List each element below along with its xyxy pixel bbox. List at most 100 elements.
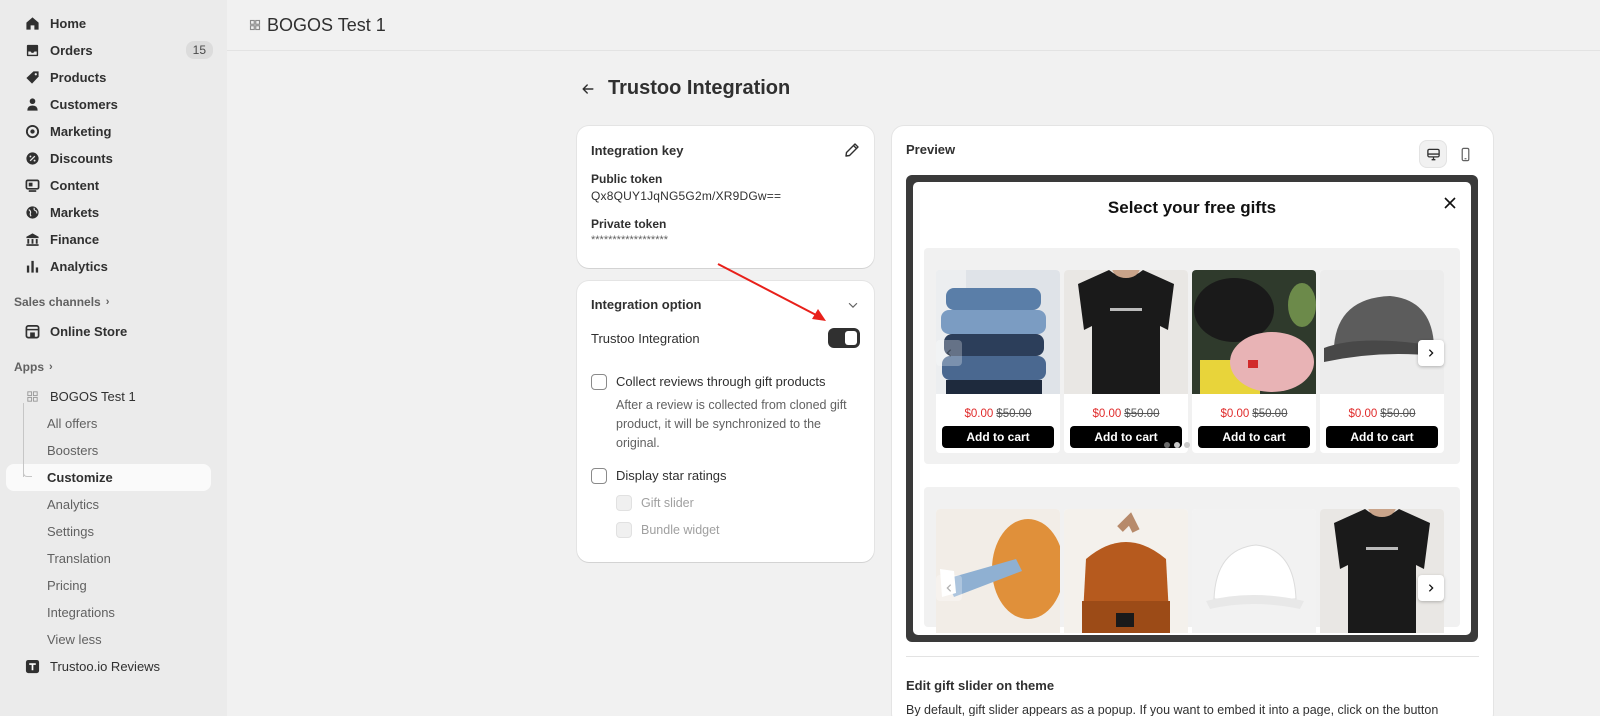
bundle-widget-checkbox[interactable] [616, 522, 632, 538]
globe-icon [24, 205, 40, 221]
sidebar-item-orders[interactable]: Orders 15 [6, 37, 219, 64]
desktop-icon [1426, 148, 1440, 160]
sidebar-item-analytics[interactable]: Analytics [6, 253, 219, 280]
app-title: BOGOS Test 1 [267, 14, 386, 35]
product-card [1064, 509, 1188, 635]
product-image-tshirt [1064, 270, 1188, 394]
tree-elbow [23, 466, 32, 477]
integration-key-card: Integration key Public token Qx8QUY1JqNG… [577, 126, 874, 268]
topbar: BOGOS Test 1 [227, 0, 1600, 51]
sidebar-item-trustoo-app[interactable]: Trustoo.io Reviews [6, 653, 219, 680]
pagination-dot[interactable] [1184, 442, 1190, 448]
sidebar-item-marketing[interactable]: Marketing [6, 118, 219, 145]
slider-next-button[interactable] [1418, 575, 1444, 601]
gift-slider-row-1: $0.00 $50.00 Add to cart $0.00 $50.00 Add … [924, 248, 1460, 464]
discount-icon [24, 151, 40, 167]
original-price: $50.00 [1380, 408, 1416, 420]
bundle-widget-label: Bundle widget [641, 523, 720, 537]
sidebar-sub-integrations[interactable]: Integrations [6, 599, 211, 626]
close-icon[interactable] [1443, 196, 1457, 210]
integration-option-card: Integration option Trustoo Integration C… [577, 281, 874, 562]
toggle-knob [845, 331, 857, 345]
sidebar-item-home[interactable]: Home [6, 10, 219, 37]
gift-slider-label: Gift slider [641, 496, 694, 510]
slider-prev-button[interactable] [936, 340, 962, 366]
sidebar-item-online-store[interactable]: Online Store [6, 318, 219, 345]
person-icon [24, 97, 40, 113]
sidebar-item-discounts[interactable]: Discounts [6, 145, 219, 172]
sidebar-item-label: Trustoo.io Reviews [50, 659, 161, 674]
sidebar-item-products[interactable]: Products [6, 64, 219, 91]
orders-count-badge: 15 [185, 41, 213, 59]
preview-device-toggle [1415, 140, 1479, 168]
chevron-right-icon [1428, 584, 1434, 592]
sale-price: $0.00 [1220, 408, 1250, 420]
trustoo-integration-toggle[interactable] [828, 328, 860, 348]
sale-price: $0.00 [1092, 408, 1122, 420]
pagination-dot[interactable] [1164, 442, 1170, 448]
sidebar-item-label: Customers [50, 97, 118, 112]
sidebar-sub-all-offers[interactable]: All offers [6, 410, 211, 437]
product-card: $0.00 $50.00 Add to cart [1064, 270, 1188, 453]
sidebar-sub-translation[interactable]: Translation [6, 545, 211, 572]
slider-next-button[interactable] [1418, 340, 1444, 366]
app-grid-icon [24, 389, 40, 405]
sidebar-sub-view-less[interactable]: View less [6, 626, 211, 653]
sidebar-item-label: Discounts [50, 151, 113, 166]
sidebar-sub-settings[interactable]: Settings [6, 518, 211, 545]
display-ratings-checkbox[interactable] [591, 468, 607, 484]
preview-title: Preview [906, 142, 956, 157]
sidebar-item-customers[interactable]: Customers [6, 91, 219, 118]
original-price: $50.00 [1124, 408, 1160, 420]
apps-heading[interactable]: Apps › [0, 355, 227, 379]
sidebar-item-label: Orders [50, 43, 93, 58]
slider-prev-button[interactable] [936, 575, 962, 601]
back-arrow-icon[interactable] [580, 79, 600, 99]
add-to-cart-button[interactable]: Add to cart [942, 426, 1054, 448]
slider-pagination [1164, 442, 1194, 448]
sales-channels-heading[interactable]: Sales channels › [0, 290, 227, 314]
sidebar-item-finance[interactable]: Finance [6, 226, 219, 253]
page-title: Trustoo Integration [608, 77, 791, 99]
public-token-label: Public token [591, 172, 663, 186]
product-image-tshirt-2 [1320, 509, 1444, 633]
mobile-view-button[interactable] [1451, 140, 1479, 168]
product-card [936, 509, 1060, 635]
preview-frame: Select your free gifts $0.00 $50.00 Add t… [906, 175, 1478, 642]
edit-gift-slider-title: Edit gift slider on theme [906, 678, 1055, 693]
bank-icon [24, 232, 40, 248]
product-image-brown-beanie [1064, 509, 1188, 633]
desktop-view-button[interactable] [1419, 140, 1447, 168]
product-card [1192, 509, 1316, 635]
original-price: $50.00 [1252, 408, 1288, 420]
add-to-cart-button[interactable]: Add to cart [1198, 426, 1310, 448]
sidebar-item-label: Online Store [50, 324, 128, 339]
pagination-dot[interactable] [1174, 442, 1180, 448]
tag-icon [24, 70, 40, 86]
sidebar-sub-pricing[interactable]: Pricing [6, 572, 211, 599]
sidebar-item-label: Marketing [50, 124, 112, 139]
collect-reviews-checkbox[interactable] [591, 374, 607, 390]
product-card [1320, 509, 1444, 635]
chevron-left-icon [946, 584, 952, 592]
chevron-right-icon [1428, 349, 1434, 357]
pencil-edit-icon[interactable] [844, 142, 860, 158]
page-header: Trustoo Integration [580, 77, 790, 100]
chevron-down-icon[interactable] [846, 298, 860, 312]
product-image-cap [1320, 270, 1444, 394]
gift-slider-checkbox[interactable] [616, 495, 632, 511]
sidebar-sub-boosters[interactable]: Boosters [6, 437, 211, 464]
sidebar: Home Orders 15 Products Customers Market… [0, 0, 227, 716]
sidebar-item-bogos-app[interactable]: BOGOS Test 1 [6, 383, 219, 410]
sidebar-sub-customize[interactable]: Customize [6, 464, 211, 491]
add-to-cart-button[interactable]: Add to cart [1326, 426, 1438, 448]
product-image-jeans [936, 270, 1060, 394]
gift-popup: Select your free gifts $0.00 $50.00 Add t… [913, 182, 1471, 635]
edit-gift-slider-description: By default, gift slider appears as a pop… [906, 703, 1439, 716]
sidebar-item-markets[interactable]: Markets [6, 199, 219, 226]
private-token-value: ****************** [591, 234, 669, 246]
sidebar-item-content[interactable]: Content [6, 172, 219, 199]
sidebar-sub-analytics[interactable]: Analytics [6, 491, 211, 518]
gift-slider-row-2 [924, 487, 1460, 635]
trustoo-logo-icon [24, 659, 40, 675]
